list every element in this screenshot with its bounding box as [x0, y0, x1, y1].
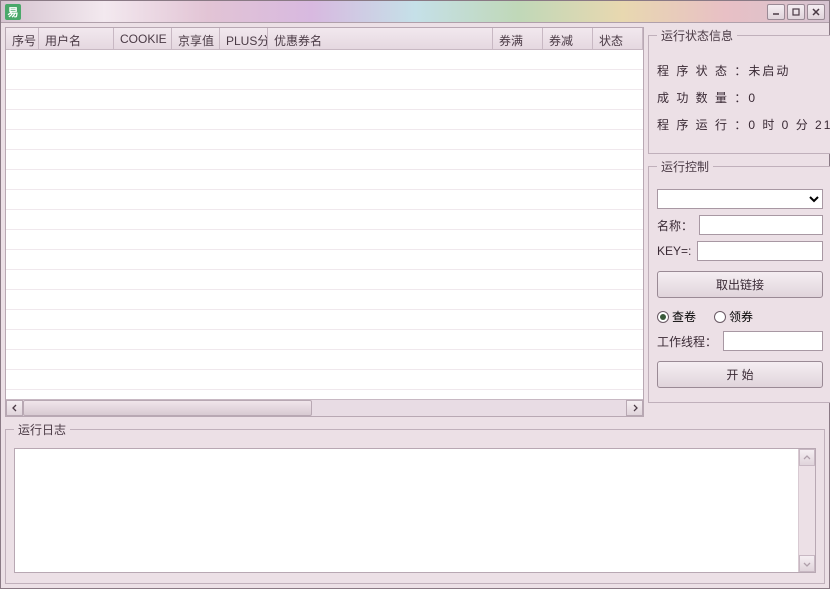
threads-label: 工作线程：: [657, 333, 717, 350]
extract-link-button[interactable]: 取出链接: [657, 271, 823, 298]
table-row[interactable]: [6, 190, 643, 210]
scroll-down-button[interactable]: [799, 555, 815, 572]
control-legend: 运行控制: [657, 158, 713, 175]
scroll-left-button[interactable]: [6, 400, 23, 416]
column-header[interactable]: COOKIE: [114, 28, 172, 49]
table-row[interactable]: [6, 70, 643, 90]
table-row[interactable]: [6, 170, 643, 190]
chevron-up-icon: [803, 454, 811, 462]
minimize-button[interactable]: [767, 4, 785, 20]
status-panel: 运行状态信息 程 序 状 态 ：未启动 成 功 数 量 ：0 程 序 运 行 ：…: [648, 27, 830, 154]
control-panel: 运行控制 名称： KEY=: 取出链接: [648, 158, 830, 403]
table-header: 序号用户名COOKIE京享值PLUS分优惠券名券满券减状态: [6, 28, 643, 50]
chevron-down-icon: [803, 560, 811, 568]
table-row[interactable]: [6, 130, 643, 150]
table-row[interactable]: [6, 210, 643, 230]
scroll-up-button[interactable]: [799, 449, 815, 466]
column-header[interactable]: PLUS分: [220, 28, 268, 49]
minimize-icon: [771, 7, 781, 17]
select-dropdown[interactable]: [657, 189, 823, 209]
column-header[interactable]: 券满: [493, 28, 543, 49]
log-panel: 运行日志: [5, 421, 825, 584]
radio-icon: [714, 311, 726, 323]
key-input[interactable]: [697, 241, 823, 261]
titlebar[interactable]: 易: [1, 1, 829, 23]
table-row[interactable]: [6, 330, 643, 350]
scroll-thumb[interactable]: [23, 400, 312, 416]
table-row[interactable]: [6, 250, 643, 270]
table-row[interactable]: [6, 150, 643, 170]
table-row[interactable]: [6, 270, 643, 290]
chevron-right-icon: [631, 404, 639, 412]
scroll-track[interactable]: [23, 400, 626, 416]
column-header[interactable]: 用户名: [39, 28, 114, 49]
data-table[interactable]: 序号用户名COOKIE京享值PLUS分优惠券名券满券减状态: [5, 27, 644, 417]
scroll-right-button[interactable]: [626, 400, 643, 416]
success-count-row: 成 功 数 量 ：0: [657, 89, 830, 106]
radio-lingquan[interactable]: 领券: [714, 308, 753, 325]
start-button[interactable]: 开 始: [657, 361, 823, 388]
table-row[interactable]: [6, 350, 643, 370]
table-row[interactable]: [6, 230, 643, 250]
column-header[interactable]: 券减: [543, 28, 593, 49]
program-state-row: 程 序 状 态 ：未启动: [657, 62, 830, 79]
table-row[interactable]: [6, 310, 643, 330]
main-window: 易 序号用户名COOKIE京享值PLUS分优惠券名券满券减状态: [0, 0, 830, 589]
status-legend: 运行状态信息: [657, 27, 737, 44]
radio-label: 查卷: [672, 308, 696, 325]
column-header[interactable]: 优惠券名: [268, 28, 493, 49]
radio-icon: [657, 311, 669, 323]
table-row[interactable]: [6, 90, 643, 110]
close-button[interactable]: [807, 4, 825, 20]
maximize-icon: [791, 7, 801, 17]
name-input[interactable]: [699, 215, 823, 235]
maximize-button[interactable]: [787, 4, 805, 20]
column-header[interactable]: 序号: [6, 28, 39, 49]
name-label: 名称：: [657, 217, 693, 234]
table-row[interactable]: [6, 50, 643, 70]
radio-chajuan[interactable]: 查卷: [657, 308, 696, 325]
runtime-row: 程 序 运 行 ：0 时 0 分 21: [657, 116, 830, 133]
app-icon: 易: [5, 4, 21, 20]
table-row[interactable]: [6, 290, 643, 310]
table-body[interactable]: [6, 50, 643, 399]
column-header[interactable]: 京享值: [172, 28, 220, 49]
threads-input[interactable]: [723, 331, 823, 351]
radio-label: 领券: [729, 308, 753, 325]
key-label: KEY=:: [657, 244, 691, 258]
log-legend: 运行日志: [14, 421, 70, 438]
close-icon: [811, 7, 821, 17]
horizontal-scrollbar[interactable]: [6, 399, 643, 416]
column-header[interactable]: 状态: [593, 28, 643, 49]
table-row[interactable]: [6, 370, 643, 390]
table-row[interactable]: [6, 110, 643, 130]
vertical-scrollbar[interactable]: [798, 449, 815, 572]
log-textarea[interactable]: [14, 448, 816, 573]
chevron-left-icon: [11, 404, 19, 412]
